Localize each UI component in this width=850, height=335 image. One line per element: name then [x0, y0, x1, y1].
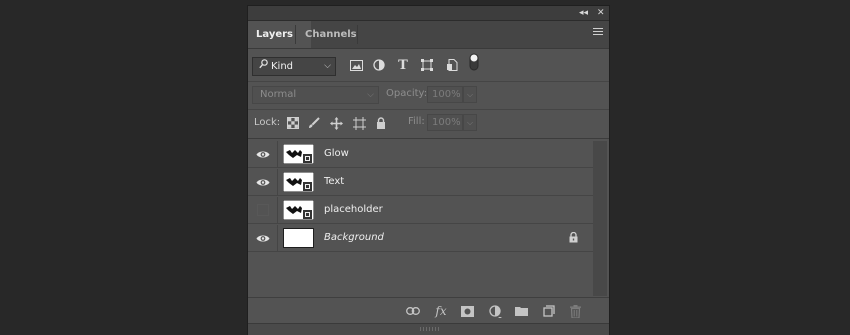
link-layers-icon[interactable] — [406, 304, 420, 318]
filter-kind-select[interactable]: Kind ⌵ — [252, 57, 336, 76]
blend-mode-value: Normal — [260, 89, 297, 100]
layer-name[interactable]: placeholder — [324, 197, 383, 223]
opacity-dropdown-chevron-icon[interactable]: ⌵ — [463, 86, 477, 103]
hidden-visibility-icon — [256, 204, 269, 216]
resize-grip-icon[interactable] — [420, 327, 440, 331]
layers-panel: ◂◂ ✕ Layers Channels Kind ⌵ T Normal ⌵ O… — [247, 5, 610, 335]
new-layer-icon[interactable] — [542, 304, 556, 318]
visibility-toggle[interactable] — [248, 141, 278, 167]
visibility-toggle[interactable] — [248, 169, 278, 195]
chevron-down-icon: ⌵ — [324, 61, 331, 71]
blend-mode-select[interactable]: Normal ⌵ — [252, 86, 379, 104]
fx-icon[interactable]: fx — [434, 304, 448, 318]
eye-icon — [256, 151, 269, 157]
divider — [248, 138, 609, 139]
adjustment-layer-filter-icon[interactable] — [372, 58, 386, 72]
lock-artboard-icon[interactable] — [352, 116, 366, 130]
layer-name[interactable]: Text — [324, 169, 344, 195]
shape-layer-filter-icon[interactable] — [420, 58, 434, 72]
panel-menu-icon[interactable] — [593, 28, 603, 37]
eye-icon — [256, 179, 269, 185]
panel-bottom-toolbar: fx — [248, 297, 609, 323]
opacity-label: Opacity: — [386, 88, 428, 99]
layers-scrollbar[interactable] — [593, 141, 607, 296]
collapse-panel-icon[interactable]: ◂◂ — [579, 7, 588, 19]
chevron-down-icon: ⌵ — [367, 90, 374, 100]
filter-kind-label: Kind — [271, 61, 294, 72]
pixel-layer-filter-icon[interactable] — [349, 58, 363, 72]
type-layer-filter-icon[interactable]: T — [396, 58, 410, 73]
smart-object-thumbnail — [283, 172, 314, 192]
background-thumbnail — [283, 228, 314, 248]
layer-row-text[interactable]: Text — [248, 169, 593, 196]
layer-row-placeholder[interactable]: placeholder — [248, 197, 593, 224]
visibility-toggle[interactable] — [248, 197, 278, 223]
layer-name[interactable]: Background — [324, 225, 384, 251]
divider — [248, 109, 609, 110]
layer-list: Glow Text placeholder Background — [248, 141, 593, 296]
panel-resize-footer — [248, 323, 609, 335]
close-panel-icon[interactable]: ✕ — [597, 7, 605, 19]
layer-row-background[interactable]: Background — [248, 225, 593, 252]
smart-object-filter-icon[interactable] — [445, 58, 459, 72]
new-adjustment-layer-icon[interactable] — [488, 304, 502, 318]
fill-label: Fill: — [408, 116, 425, 127]
lock-label: Lock: — [254, 117, 281, 128]
filter-toggle-icon[interactable] — [467, 53, 481, 71]
tab-divider — [295, 25, 296, 44]
smart-object-thumbnail — [283, 144, 314, 164]
visibility-toggle[interactable] — [248, 225, 278, 251]
fill-dropdown-chevron-icon[interactable]: ⌵ — [463, 114, 477, 131]
lock-all-icon[interactable] — [374, 116, 388, 130]
panel-titlebar[interactable]: ◂◂ ✕ — [248, 6, 609, 21]
layer-name[interactable]: Glow — [324, 141, 349, 167]
fill-field[interactable]: 100% — [427, 114, 463, 131]
lock-position-icon[interactable] — [329, 116, 343, 130]
lock-image-pixels-icon[interactable] — [307, 116, 321, 130]
lock-transparent-pixels-icon[interactable] — [286, 116, 300, 130]
delete-layer-icon[interactable] — [568, 304, 582, 318]
tab-divider — [357, 25, 358, 44]
new-group-icon[interactable] — [514, 304, 528, 318]
filter-row: Kind ⌵ T — [248, 53, 609, 78]
divider — [248, 81, 609, 82]
add-mask-icon[interactable] — [460, 304, 474, 318]
layer-row-glow[interactable]: Glow — [248, 141, 593, 168]
search-icon — [259, 58, 268, 75]
tab-channels[interactable]: Channels — [297, 21, 373, 48]
eye-icon — [256, 235, 269, 241]
smart-object-thumbnail — [283, 200, 314, 220]
opacity-field[interactable]: 100% — [427, 86, 463, 103]
layer-locked-icon[interactable] — [569, 232, 578, 243]
panel-tab-bar: Layers Channels — [248, 21, 609, 49]
